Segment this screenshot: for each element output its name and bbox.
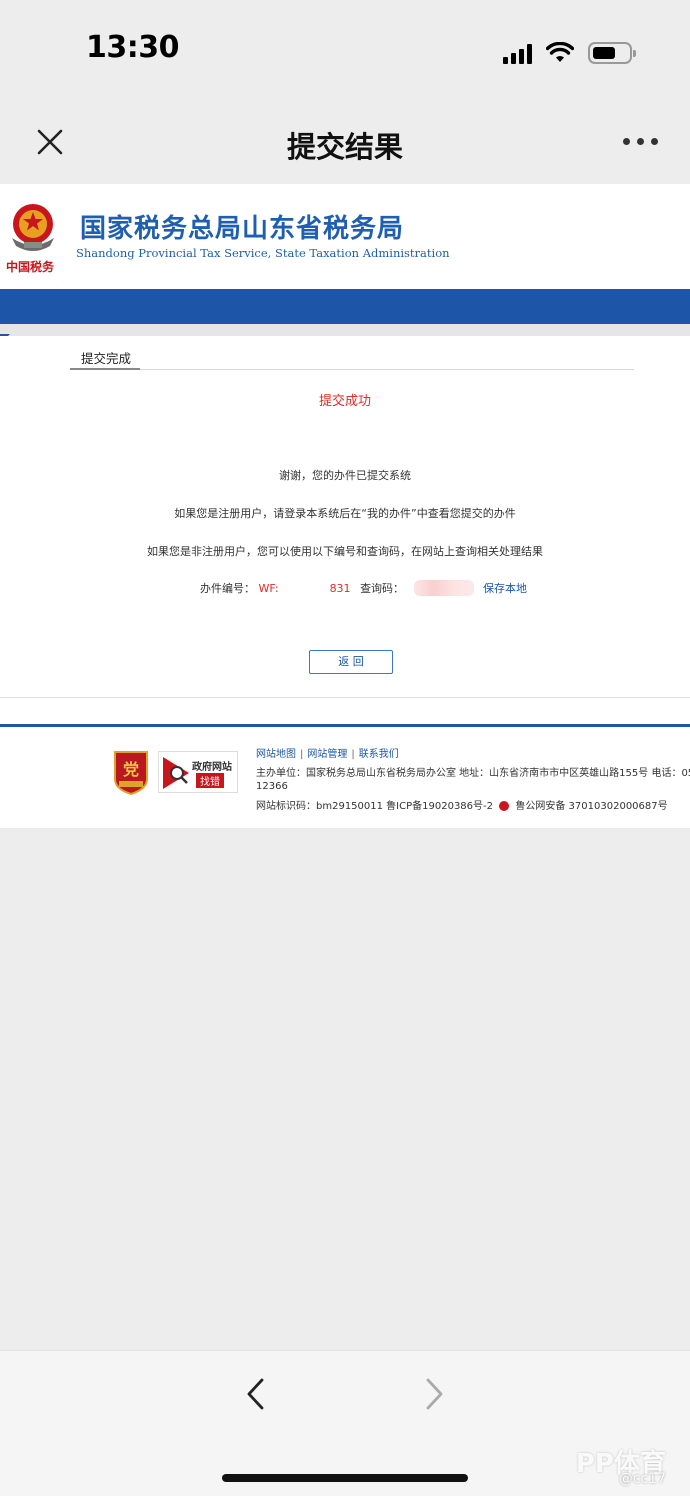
cellular-signal-icon: [503, 42, 532, 64]
status-time: 13:30: [86, 30, 180, 65]
wifi-icon: [546, 42, 574, 62]
status-icons: [503, 40, 636, 66]
watermark-handle: @cc17: [618, 1471, 666, 1487]
footer-link-separator: |: [351, 749, 355, 760]
party-badge-icon[interactable]: 党: [112, 749, 150, 795]
chevron-right-icon[interactable]: [418, 1377, 450, 1411]
query-code-redacted: [413, 580, 474, 596]
case-no-prefix: WF:: [258, 581, 279, 595]
save-local-link[interactable]: 保存本地: [483, 580, 527, 596]
bottom-toolbar: PP体育 @cc17: [0, 1350, 690, 1496]
divider: [0, 324, 690, 336]
unregistered-user-text: 如果您是非注册用户，您可以使用以下编号和查询码，在网站上查询相关处理结果: [147, 545, 543, 558]
find-error-label: 找错: [196, 773, 224, 788]
police-badge-icon: [499, 801, 510, 811]
case-no-suffix: 831: [329, 581, 351, 595]
gov-site-error-badge[interactable]: 政府网站 找错: [158, 751, 238, 793]
gov-site-error-icon: [163, 757, 189, 789]
footer-icp: 网站标识码：bm29150011 鲁ICP备19020386号-2: [256, 801, 493, 812]
site-name-en: Shandong Provincial Tax Service, State T…: [76, 246, 450, 260]
query-code-label: 查询码：: [360, 582, 405, 595]
national-emblem-icon: [12, 204, 54, 251]
web-content: 中国税务 国家税务总局山东省税务局 Shandong Provincial Ta…: [0, 184, 690, 828]
site-slogan: 中国税务: [6, 260, 55, 274]
case-info-row: 办件编号： WF: 831 查询码： 保存本地: [200, 580, 527, 598]
tab-submit-complete[interactable]: 提交完成: [70, 348, 140, 370]
footer-police-record: 鲁公网安备 37010302000687号: [515, 801, 668, 812]
thanks-text: 谢谢，您的办件已提交系统: [279, 469, 411, 482]
battery-icon: [588, 42, 636, 64]
site-header: 中国税务 国家税务总局山东省税务局 Shandong Provincial Ta…: [0, 184, 690, 289]
back-button[interactable]: 返 回: [309, 650, 393, 674]
svg-text:党: 党: [123, 760, 139, 779]
page-title: 提交结果: [286, 130, 403, 164]
footer-link-site-admin[interactable]: 网站管理: [307, 749, 347, 760]
success-message: 提交成功: [318, 394, 371, 409]
nav-header: 提交结果: [0, 100, 690, 184]
registered-user-text: 如果您是注册用户，请登录本系统后在“我的办件”中查看您提交的办件: [174, 507, 516, 520]
footer-host-info-cont: 12366: [256, 781, 288, 792]
site-footer: 党 政府网站 找错 网站地图 | 网站管理 | 联系我们 主办单位：国家税务总局山东省税…: [0, 727, 690, 828]
footer-id-info: 网站标识码：bm29150011 鲁ICP备19020386号-2 鲁公网安备 …: [256, 797, 668, 812]
status-bar: 13:30: [0, 0, 690, 100]
footer-link-separator: |: [300, 749, 304, 760]
site-name-cn: 国家税务总局山东省税务局: [80, 214, 405, 244]
case-no-label: 办件编号：: [200, 582, 255, 595]
home-indicator[interactable]: [222, 1474, 468, 1482]
nav-band: [0, 289, 690, 324]
more-icon[interactable]: [623, 138, 658, 145]
footer-links: 网站地图 | 网站管理 | 联系我们: [256, 745, 399, 760]
chevron-left-icon[interactable]: [240, 1377, 272, 1411]
result-panel: 提交完成 提交成功 谢谢，您的办件已提交系统 如果您是注册用户，请登录本系统后在…: [0, 336, 690, 698]
footer-host-info: 主办单位：国家税务总局山东省税务局办公室 地址：山东省济南市市中区英雄山路155…: [256, 768, 690, 779]
gov-site-label: 政府网站: [192, 762, 232, 773]
page: 13:30 提交结果 中国税务 国家税务总局山东省税务局 Shandong Pr…: [0, 0, 690, 1496]
tab-row: 提交完成: [70, 348, 634, 370]
footer-link-sitemap[interactable]: 网站地图: [256, 749, 296, 760]
footer-link-contact[interactable]: 联系我们: [359, 749, 399, 760]
